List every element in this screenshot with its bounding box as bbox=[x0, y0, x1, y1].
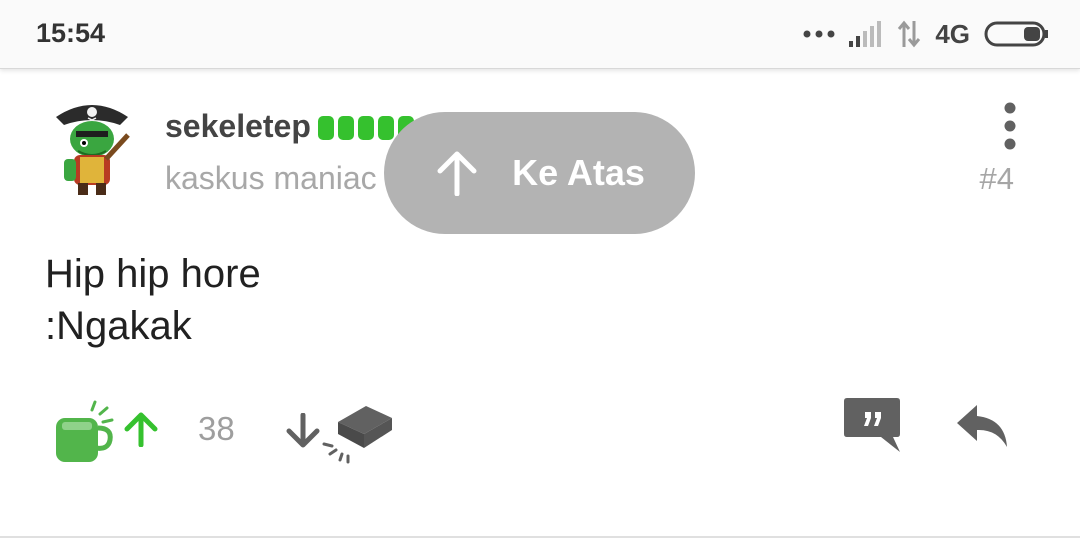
battery-icon bbox=[984, 21, 1048, 47]
scroll-to-top-button[interactable]: Ke Atas bbox=[384, 112, 695, 234]
reputation-dot bbox=[318, 116, 334, 140]
cendol-up-arrow-icon[interactable] bbox=[123, 411, 159, 447]
reply-icon[interactable] bbox=[955, 403, 1009, 449]
data-transfer-icon bbox=[898, 20, 921, 48]
bata-down-arrow-icon[interactable] bbox=[285, 413, 321, 449]
bata-brick-icon[interactable] bbox=[322, 400, 394, 464]
divider bbox=[0, 536, 1080, 538]
status-bar: 15:54 4G bbox=[0, 0, 1080, 69]
status-time: 15:54 bbox=[36, 18, 106, 48]
username[interactable]: sekeletep bbox=[165, 108, 311, 145]
more-options-icon[interactable] bbox=[992, 100, 1028, 154]
arrow-up-icon bbox=[437, 151, 477, 196]
avatar[interactable] bbox=[50, 95, 134, 197]
cendol-icon[interactable] bbox=[54, 398, 118, 464]
post-number[interactable]: #4 bbox=[980, 161, 1014, 197]
user-title: kaskus maniac bbox=[165, 160, 377, 196]
quote-icon[interactable] bbox=[843, 396, 901, 454]
status-icons: 4G bbox=[803, 17, 1050, 51]
reputation-dot bbox=[358, 116, 374, 140]
reputation-dot bbox=[338, 116, 354, 140]
content-line: Hip hip hore bbox=[45, 252, 261, 296]
scroll-to-top-label: Ke Atas bbox=[512, 152, 645, 193]
content-line: :Ngakak bbox=[45, 304, 192, 348]
network-type: 4G bbox=[935, 18, 970, 49]
signal-icon bbox=[849, 21, 882, 47]
more-dots-icon bbox=[803, 30, 835, 38]
cendol-count: 38 bbox=[198, 410, 235, 447]
reputation-dot bbox=[378, 116, 394, 140]
post-content: Hip hip hore :Ngakak bbox=[45, 248, 261, 352]
